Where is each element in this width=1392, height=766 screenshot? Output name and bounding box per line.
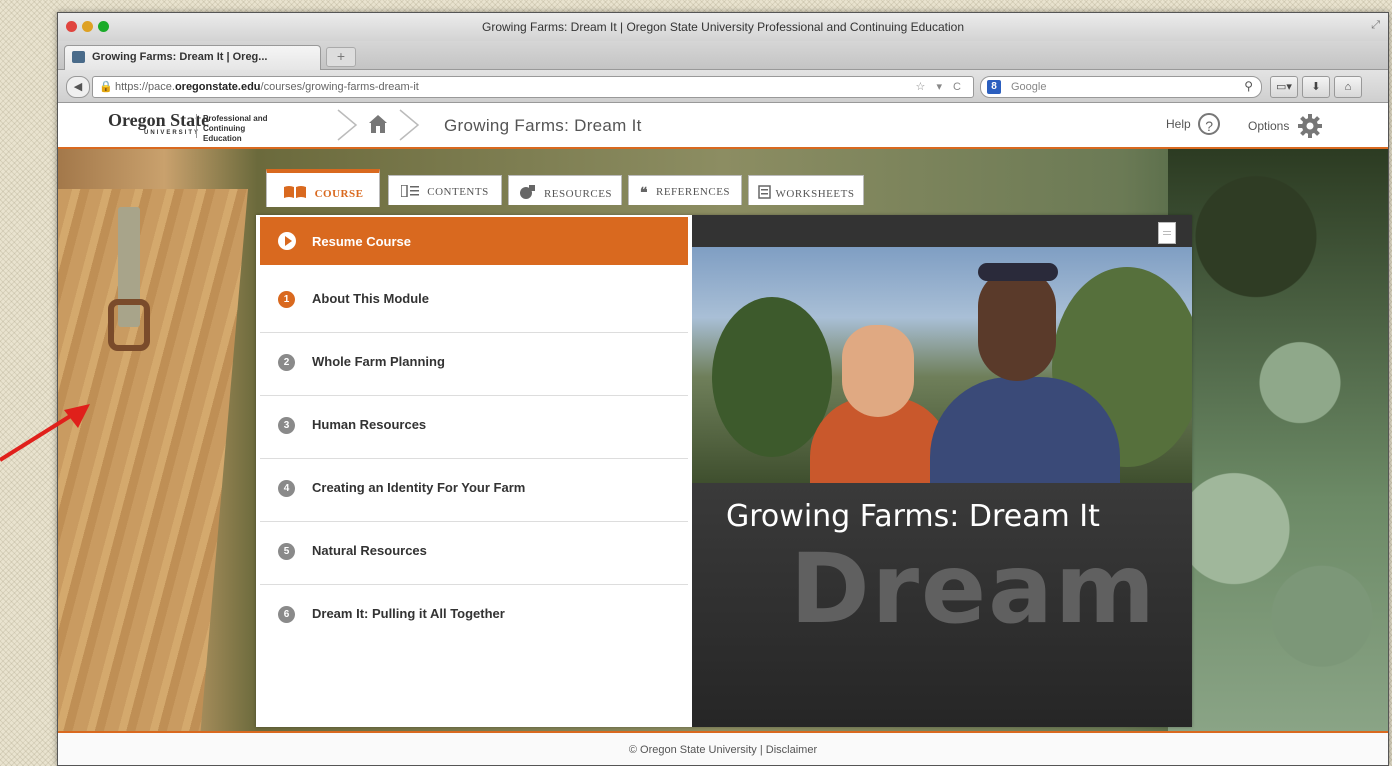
osu-logo[interactable]: Oregon State UNIVERSITY xyxy=(108,110,209,136)
worksheet-icon xyxy=(757,185,771,199)
home-button[interactable]: ⌂ xyxy=(1334,76,1362,98)
tab-resources[interactable]: RESOURCES xyxy=(508,175,622,205)
transcript-icon[interactable] xyxy=(1158,222,1176,244)
module-menu: Resume Course 1 About This Module 2 Whol… xyxy=(256,215,692,727)
contents-icon xyxy=(401,185,420,197)
new-tab-button[interactable]: + xyxy=(326,47,356,67)
options-label: Options xyxy=(1248,119,1290,133)
quote-icon: ❝ xyxy=(639,186,648,201)
help-button[interactable]: Help ? xyxy=(1166,113,1221,135)
tab-worksheets[interactable]: WORKSHEETS xyxy=(748,175,864,205)
module-label: Dream It: Pulling it All Together xyxy=(312,606,505,621)
browser-tab[interactable]: Growing Farms: Dream It | Oreg... xyxy=(64,45,321,70)
resume-course-label: Resume Course xyxy=(312,234,411,249)
media-topbar xyxy=(692,215,1192,247)
url-bar[interactable]: 🔒 https://pace.oregonstate.edu/courses/g… xyxy=(92,76,974,98)
logo-subtitle: Professional and Continuing Education xyxy=(203,114,268,143)
module-number-badge: 4 xyxy=(278,480,295,497)
module-item-human-resources[interactable]: 3 Human Resources xyxy=(260,395,688,459)
background-buckle xyxy=(108,299,150,351)
browser-window: Growing Farms: Dream It | Oregon State U… xyxy=(57,12,1389,766)
lock-icon: 🔒 xyxy=(99,81,113,93)
resources-icon xyxy=(519,185,535,199)
tab-contents[interactable]: CONTENTS xyxy=(388,175,502,205)
browser-tabbar: Growing Farms: Dream It | Oreg... + xyxy=(58,41,1388,70)
module-label: Human Resources xyxy=(312,417,427,432)
breadcrumb-chevron-icon xyxy=(399,109,420,141)
module-item-natural-resources[interactable]: 5 Natural Resources xyxy=(260,521,688,585)
breadcrumb-chevron-icon xyxy=(337,109,358,141)
download-button[interactable]: ⬇ xyxy=(1302,76,1330,98)
search-icon[interactable]: ⚲ xyxy=(1244,79,1253,93)
window-titlebar: Growing Farms: Dream It | Oregon State U… xyxy=(58,13,1388,42)
resume-course-button[interactable]: Resume Course xyxy=(260,217,688,265)
tab-references[interactable]: ❝ REFERENCES xyxy=(628,175,742,205)
background-word: Dream xyxy=(790,533,1157,645)
search-engine-name: Google xyxy=(1011,81,1047,93)
module-item-pulling-together[interactable]: 6 Dream It: Pulling it All Together xyxy=(260,584,688,647)
options-button[interactable]: Options xyxy=(1248,113,1323,139)
module-number-badge: 2 xyxy=(278,354,295,371)
browser-tab-title: Growing Farms: Dream It | Oreg... xyxy=(92,51,268,63)
video-title: Growing Farms: Dream It xyxy=(726,499,1100,534)
site-header: Oregon State UNIVERSITY Professional and… xyxy=(58,103,1388,149)
browser-navbar: ◀ 🔒 https://pace.oregonstate.edu/courses… xyxy=(58,70,1388,103)
farmers-photo xyxy=(692,247,1192,487)
url-text[interactable]: https://pace.oregonstate.edu/courses/gro… xyxy=(115,81,419,93)
favicon-icon xyxy=(72,51,85,63)
tab-course[interactable]: COURSE xyxy=(266,169,380,207)
bookmarks-button[interactable]: ▭▾ xyxy=(1270,76,1298,98)
module-label: Creating an Identity For Your Farm xyxy=(312,480,526,495)
course-stage: COURSE CONTENTS RESOURCES ❝ REFERENCES W… xyxy=(58,149,1388,733)
bookmark-star-icon[interactable]: ☆ ▾ C xyxy=(916,80,965,93)
module-number-badge: 3 xyxy=(278,417,295,434)
logo-divider xyxy=(196,114,197,138)
module-number-badge: 1 xyxy=(278,291,295,308)
fullscreen-icon[interactable]: ⤢ xyxy=(1371,19,1380,32)
play-icon xyxy=(278,232,296,250)
module-number-badge: 6 xyxy=(278,606,295,623)
module-item-about[interactable]: 1 About This Module xyxy=(260,269,688,333)
video-preview[interactable]: Dream Growing Farms: Dream It xyxy=(692,215,1192,727)
photo-person-face xyxy=(978,269,1056,381)
search-engine-icon[interactable]: 8 xyxy=(987,80,1001,94)
module-item-whole-farm-planning[interactable]: 2 Whole Farm Planning xyxy=(260,332,688,396)
module-label: Whole Farm Planning xyxy=(312,354,445,369)
photo-person-face xyxy=(842,325,914,417)
course-panel: Resume Course 1 About This Module 2 Whol… xyxy=(256,215,1192,727)
site-footer: © Oregon State University | Disclaimer xyxy=(58,731,1388,765)
module-label: Natural Resources xyxy=(312,543,427,558)
module-label: About This Module xyxy=(312,291,429,306)
window-title: Growing Farms: Dream It | Oregon State U… xyxy=(481,20,964,34)
help-label: Help xyxy=(1166,117,1191,131)
back-button[interactable]: ◀ xyxy=(66,76,90,98)
book-icon xyxy=(283,186,306,198)
page-title: Growing Farms: Dream It xyxy=(444,116,642,135)
module-number-badge: 5 xyxy=(278,543,295,560)
gear-icon xyxy=(1297,114,1322,138)
background-greenery xyxy=(1168,149,1388,733)
help-icon: ? xyxy=(1198,113,1221,135)
search-bar[interactable]: 8 Google ⚲ xyxy=(980,76,1262,98)
module-item-identity[interactable]: 4 Creating an Identity For Your Farm xyxy=(260,458,688,522)
footer-text[interactable]: © Oregon State University | Disclaimer xyxy=(58,744,1388,756)
annotation-arrow-icon xyxy=(0,404,90,462)
photo-sunglasses xyxy=(978,263,1058,281)
home-icon[interactable] xyxy=(367,113,389,135)
